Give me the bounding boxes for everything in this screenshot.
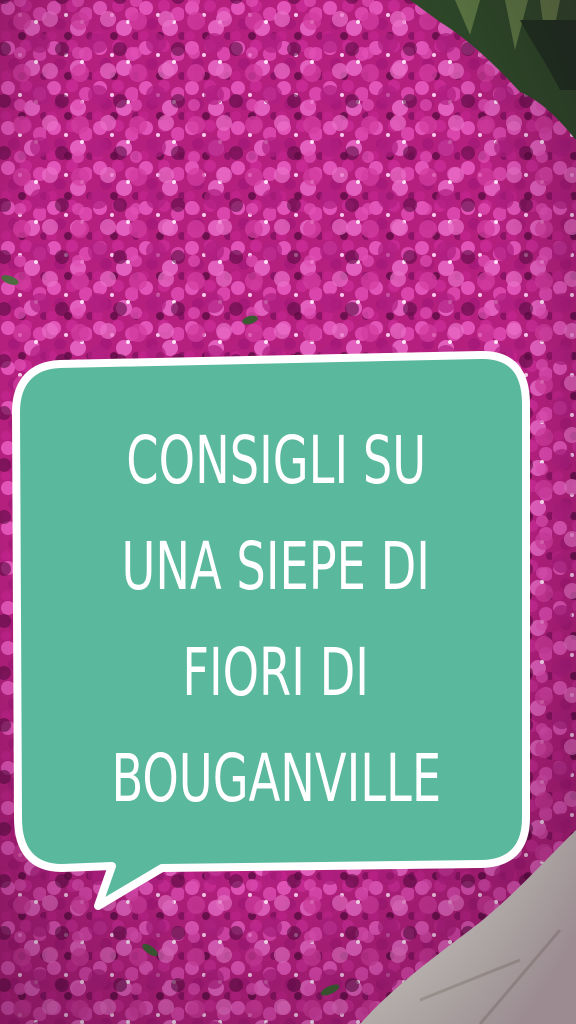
caption-line-4: BOUGANVILLE	[111, 740, 441, 817]
story-caption: CONSIGLI SU UNA SIEPE DI FIORI DI BOUGAN…	[36, 410, 516, 830]
caption-line-2: UNA SIEPE DI	[121, 528, 431, 605]
caption-line-3: FIORI DI	[182, 634, 370, 711]
story-frame: CONSIGLI SU UNA SIEPE DI FIORI DI BOUGAN…	[0, 0, 576, 1024]
caption-line-1: CONSIGLI SU	[126, 422, 426, 499]
